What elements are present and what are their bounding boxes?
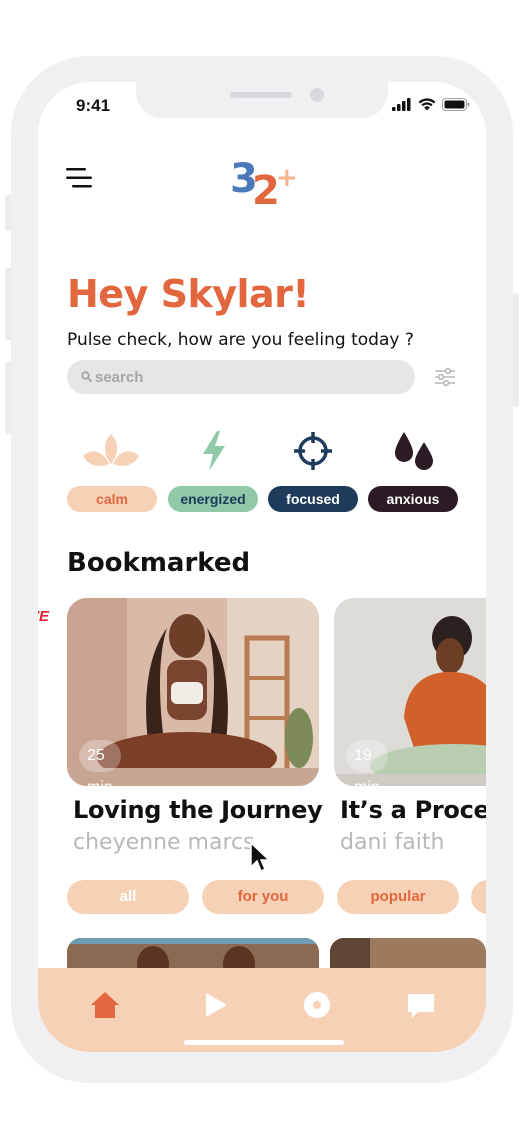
home-icon[interactable]	[88, 988, 122, 1022]
filter-tab-all[interactable]: all	[67, 880, 189, 914]
home-indicator	[184, 1040, 344, 1045]
mood-pill-focused[interactable]: focused	[268, 486, 358, 512]
hamburger-menu-icon[interactable]	[66, 166, 94, 190]
app-logo: 3 2 +	[230, 156, 298, 208]
play-icon[interactable]	[198, 988, 232, 1022]
front-camera	[310, 88, 324, 102]
notch	[136, 82, 388, 118]
card-duration: 25 min	[79, 740, 121, 796]
greeting-heading: Hey Skylar!	[67, 272, 310, 316]
logo-plus: +	[276, 163, 298, 193]
bookmarked-heading: Bookmarked	[67, 548, 251, 578]
search-icon	[81, 371, 92, 382]
battery-icon	[442, 98, 470, 111]
card-author: cheyenne marcs	[73, 830, 255, 855]
pulse-check-prompt: Pulse check, how are you feeling today ?	[67, 330, 414, 350]
signal-icon	[392, 98, 411, 111]
card-duration: 19 min	[346, 740, 388, 796]
app-screen: 9:41 3 2 + Hey Skylar! Pulse check, how …	[38, 82, 486, 1052]
live-label: LIVE	[38, 608, 49, 625]
card-title: It’s a Process	[340, 796, 486, 824]
status-icons	[392, 98, 470, 111]
filter-tab-more[interactable]	[471, 880, 486, 914]
droplets-icon	[395, 432, 433, 470]
status-time: 9:41	[76, 96, 111, 115]
lightning-icon	[203, 431, 225, 471]
mouse-pointer-icon	[250, 842, 271, 873]
record-icon[interactable]	[300, 988, 334, 1022]
speaker	[230, 92, 292, 98]
mood-pill-anxious[interactable]: anxious	[368, 486, 458, 512]
card-title: Loving the Journey	[73, 796, 323, 824]
chat-icon[interactable]	[404, 988, 438, 1022]
card-author: dani faith	[340, 830, 445, 855]
mood-pill-calm[interactable]: calm	[67, 486, 157, 512]
filter-tab-popular[interactable]: popular	[337, 880, 459, 914]
lotus-icon	[83, 434, 139, 466]
crosshair-icon	[294, 432, 332, 470]
mood-pill-energized[interactable]: energized	[168, 486, 258, 512]
filter-tab-for-you[interactable]: for you	[202, 880, 324, 914]
wifi-icon	[418, 98, 436, 111]
filter-sliders-icon[interactable]	[434, 366, 456, 388]
search-bar[interactable]	[67, 360, 415, 394]
live-badge: LIVE	[38, 608, 49, 625]
search-input[interactable]	[95, 360, 395, 394]
